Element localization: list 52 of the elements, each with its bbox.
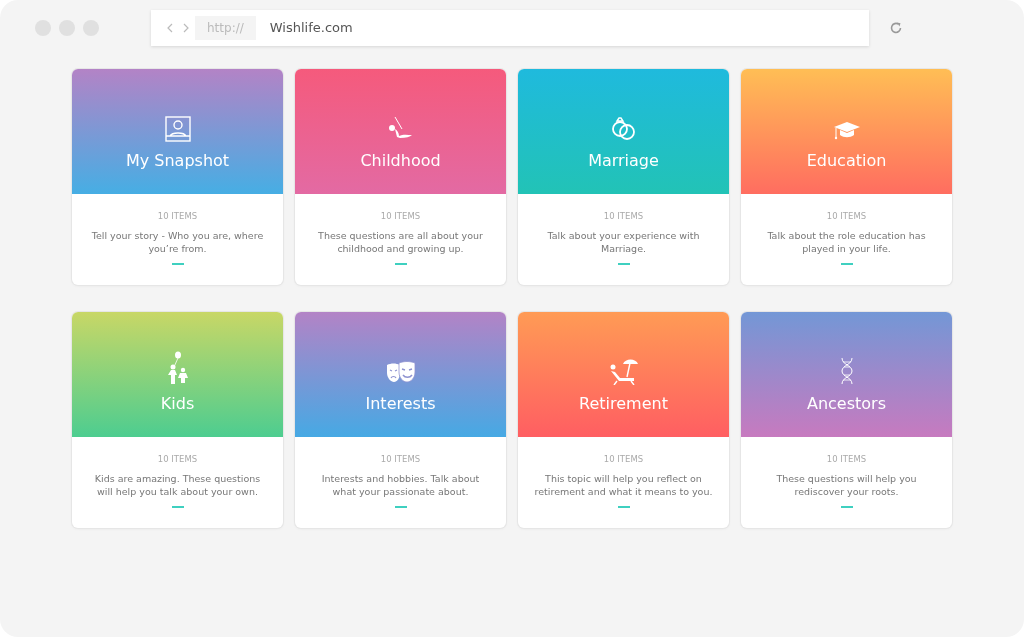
item-count: 10 ITEMS — [380, 210, 421, 223]
card-description: Talk about the role education has played in your life. — [766, 228, 927, 256]
accent-dash — [394, 506, 407, 509]
accent-dash — [617, 263, 630, 266]
item-count: 10 ITEMS — [826, 453, 867, 466]
reload-icon[interactable] — [889, 21, 903, 35]
accent-dash — [171, 263, 184, 266]
card-title: Retirement — [579, 395, 668, 413]
topic-card[interactable]: Kids 10 ITEMS Kids are amazing. These questions will help you talk about your own. — [72, 312, 283, 528]
accent-dash — [840, 263, 853, 266]
item-count: 10 ITEMS — [826, 210, 867, 223]
url-text: Wishlife.com — [269, 19, 353, 38]
portrait-icon — [164, 116, 191, 143]
forward-icon[interactable] — [183, 23, 189, 33]
beach-chair-icon — [608, 357, 639, 386]
accent-dash — [171, 506, 184, 509]
card-description: Talk about your experience with Marriage. — [546, 228, 701, 256]
children-icon — [165, 351, 190, 386]
card-title: Childhood — [360, 152, 441, 170]
rings-icon — [609, 114, 638, 143]
item-count: 10 ITEMS — [603, 453, 644, 466]
item-count: 10 ITEMS — [380, 453, 421, 466]
card-title: Interests — [365, 395, 436, 413]
topic-card[interactable]: Education 10 ITEMS Talk about the role education has played in your life. — [741, 69, 952, 285]
address-bar[interactable]: http:// Wishlife.com — [151, 10, 869, 46]
topic-card[interactable]: Childhood 10 ITEMS These questions are all about your childhood and growing up. — [295, 69, 506, 285]
card-description: Interests and hobbies. Talk about what your passionate about. — [320, 471, 481, 499]
card-title: My Snapshot — [125, 152, 230, 170]
accent-dash — [394, 263, 407, 266]
accent-dash — [617, 506, 630, 509]
topic-card[interactable]: Ancestors 10 ITEMS These questions will help you rediscover your roots. — [741, 312, 952, 528]
card-title: Marriage — [588, 152, 659, 170]
card-description: Tell your story - Who you are, where you’re from. — [90, 228, 265, 256]
topic-card[interactable]: Marriage 10 ITEMS Talk about your experience with Marriage. — [518, 69, 729, 285]
item-count: 10 ITEMS — [157, 453, 198, 466]
theater-masks-icon — [385, 361, 416, 386]
card-description: This topic will help you reflect on retirement and what it means to you. — [533, 471, 714, 499]
topic-card[interactable]: Interests 10 ITEMS Interests and hobbies. Talk about what your passionate about. — [295, 312, 506, 528]
item-count: 10 ITEMS — [603, 210, 644, 223]
card-title: Education — [806, 152, 887, 170]
accent-dash — [840, 506, 853, 509]
dna-icon — [839, 357, 854, 386]
card-title: Ancestors — [806, 395, 886, 413]
back-icon[interactable] — [167, 23, 173, 33]
topic-card[interactable]: My Snapshot 10 ITEMS Tell your story - Who you are, where you’re from. — [72, 69, 283, 285]
topic-card[interactable]: Retirement 10 ITEMS This topic will help you reflect on retirement and what it means to you. — [518, 312, 729, 528]
card-description: These questions will help you rediscover your roots. — [775, 471, 918, 499]
card-description: Kids are amazing. These questions will help you talk about your own. — [93, 471, 262, 499]
card-title: Kids — [160, 395, 195, 413]
card-description: These questions are all about your childhood and growing up. — [317, 228, 484, 256]
protocol-label: http:// — [195, 16, 256, 40]
item-count: 10 ITEMS — [157, 210, 198, 223]
